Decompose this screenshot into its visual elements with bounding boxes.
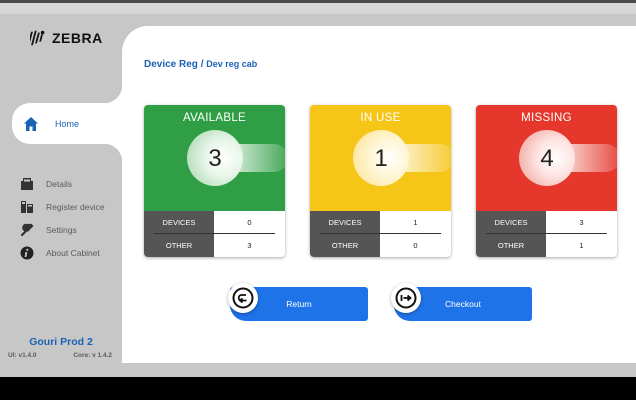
return-button-label: Return	[286, 299, 312, 309]
core-version: Core: v 1.4.2	[73, 352, 112, 359]
sidebar-item-register-device[interactable]: Register device	[20, 195, 120, 218]
breadcrumb-current: Dev reg cab	[206, 59, 258, 69]
card-row-other: OTHER 3	[144, 234, 285, 257]
row-divider	[486, 233, 607, 234]
details-icon	[21, 177, 33, 190]
row-value: 0	[247, 218, 252, 227]
settings-icon	[20, 223, 34, 236]
sidebar-item-about-cabinet[interactable]: About Cabinet	[20, 241, 120, 264]
sidebar-item-label: Settings	[46, 224, 77, 235]
breadcrumb-separator: /	[200, 59, 204, 70]
row-divider	[154, 233, 275, 234]
zebra-logo-icon	[30, 30, 45, 46]
row-label: DEVICES	[310, 211, 380, 234]
row-value: 1	[579, 241, 584, 250]
checkout-icon	[395, 287, 417, 309]
row-divider	[320, 233, 441, 234]
row-label: DEVICES	[476, 211, 546, 234]
card-title: AVAILABLE	[182, 112, 246, 124]
checkout-button-label: Checkout	[445, 299, 481, 309]
row-label: OTHER	[476, 234, 546, 257]
row-label: OTHER	[310, 234, 380, 257]
card-count: 3	[208, 145, 222, 172]
card-row-other: OTHER 0	[310, 234, 451, 257]
card-row-other: OTHER 1	[476, 234, 617, 257]
sidebar-item-settings[interactable]: Settings	[20, 218, 120, 241]
breadcrumb-root[interactable]: Device Reg	[144, 59, 198, 70]
version-info: UI: v1.4.0 Core: v 1.4.2	[8, 352, 112, 359]
card-row-devices: DEVICES 1	[310, 211, 451, 234]
row-label: OTHER	[144, 234, 214, 257]
sidebar-nav: Details Register device Settings About C…	[20, 172, 120, 264]
row-value: 0	[413, 241, 418, 250]
logo-text: ZEBRA	[52, 30, 103, 46]
card-count: 4	[540, 145, 554, 172]
card-title: IN USE	[360, 112, 401, 124]
row-value: 3	[579, 218, 584, 227]
card-header: IN USE 1	[310, 105, 451, 211]
row-label: DEVICES	[144, 211, 214, 234]
row-value: 1	[413, 218, 418, 227]
system-status-bar	[0, 0, 636, 14]
status-card-missing[interactable]: MISSING 4 DEVICES 3 OTHER 1	[476, 105, 617, 257]
home-icon	[24, 116, 38, 131]
info-icon	[20, 246, 34, 259]
card-title: MISSING	[521, 112, 572, 124]
sidebar-item-label: Register device	[46, 201, 105, 212]
register-device-icon	[21, 200, 33, 213]
zebra-logo: ZEBRA	[30, 28, 103, 48]
sidebar-item-label: About Cabinet	[46, 247, 100, 258]
cabinet-name: Gouri Prod 2	[29, 336, 93, 348]
bottom-bezel	[0, 377, 636, 400]
return-icon	[232, 287, 254, 309]
status-card-in-use[interactable]: IN USE 1 DEVICES 1 OTHER 0	[310, 105, 451, 257]
return-icon-badge[interactable]	[228, 283, 258, 313]
status-bar-edge	[0, 0, 636, 3]
sidebar-item-home[interactable]: Home	[12, 85, 122, 162]
sidebar-item-label: Details	[46, 178, 72, 189]
status-card-available[interactable]: AVAILABLE 3 DEVICES 0 OTHER 3	[144, 105, 285, 257]
row-value: 3	[247, 241, 252, 250]
card-row-devices: DEVICES 0	[144, 211, 285, 234]
ui-version: UI: v1.4.0	[8, 352, 37, 359]
card-header: AVAILABLE 3	[144, 105, 285, 211]
breadcrumb: Device Reg / Dev reg cab	[144, 59, 257, 70]
card-row-devices: DEVICES 3	[476, 211, 617, 234]
sidebar-item-details[interactable]: Details	[20, 172, 120, 195]
card-header: MISSING 4	[476, 105, 617, 211]
sidebar-item-home-label: Home	[55, 118, 80, 129]
card-count: 1	[374, 145, 388, 172]
checkout-icon-badge[interactable]	[391, 283, 421, 313]
